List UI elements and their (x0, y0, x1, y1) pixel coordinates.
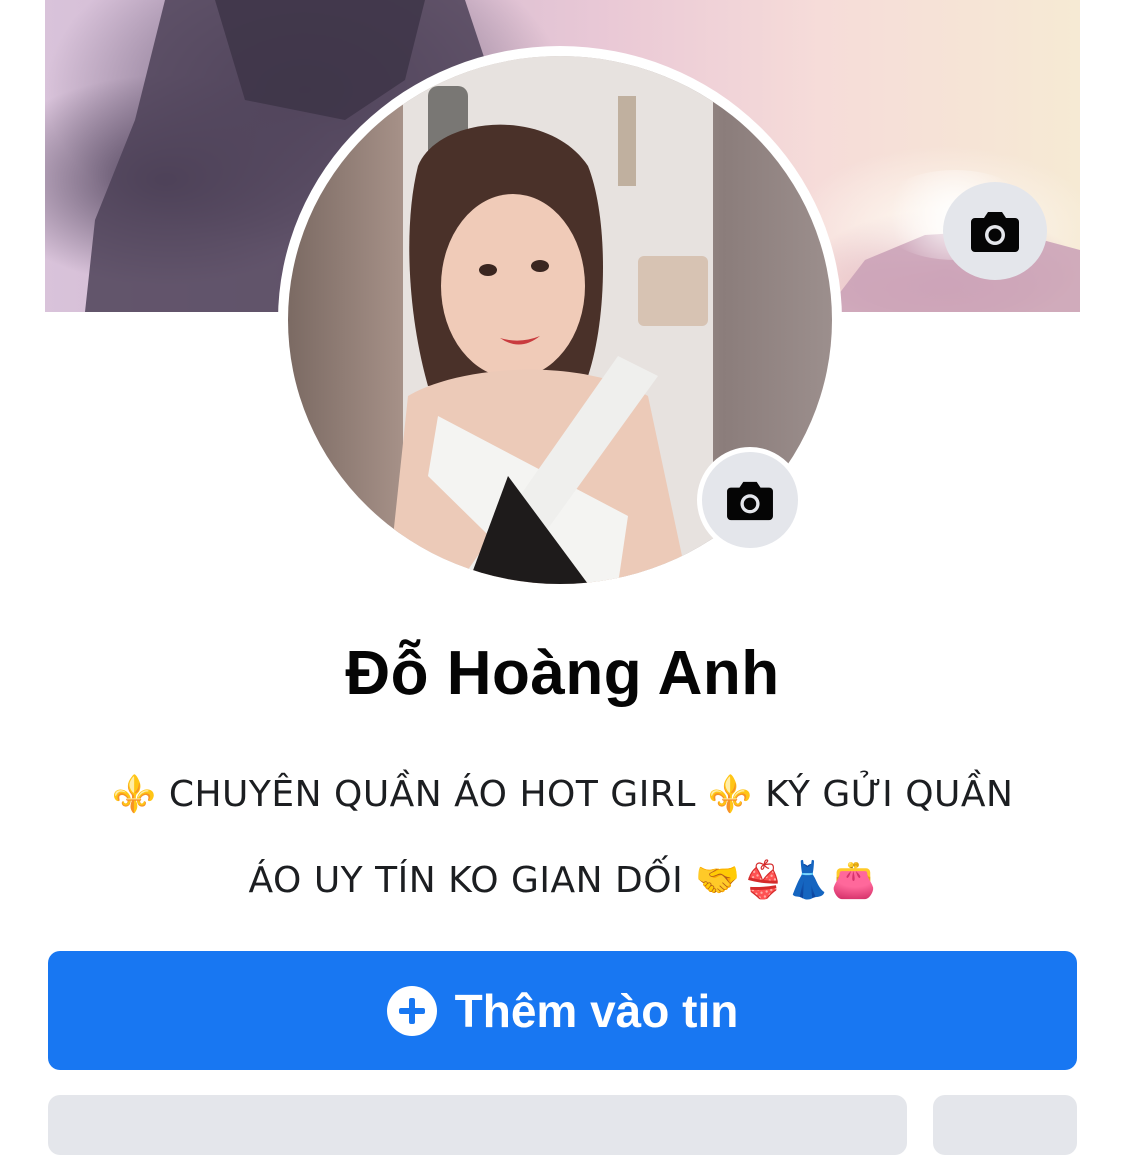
plus-circle-icon (386, 985, 437, 1036)
profile-name: Đỗ Hoàng Anh (345, 639, 780, 708)
bio-line-1: ⚜️ CHUYÊN QUẦN ÁO HOT GIRL ⚜️ KÝ GỬI QUẦ… (111, 774, 1014, 815)
edit-profile-button[interactable] (48, 1095, 907, 1155)
add-to-story-label: Thêm vào tin (454, 984, 739, 1037)
bio-line-2: ÁO UY TÍN KO GIAN DỐI 🤝👙👗👛 (248, 860, 877, 901)
profile-bio: ⚜️ CHUYÊN QUẦN ÁO HOT GIRL ⚜️ KÝ GỬI QUẦ… (40, 752, 1085, 924)
add-to-story-button[interactable]: Thêm vào tin (48, 951, 1077, 1070)
camera-icon (727, 481, 773, 521)
edit-cover-photo-button[interactable] (943, 182, 1047, 280)
more-options-button[interactable] (933, 1095, 1077, 1155)
edit-profile-picture-button[interactable] (697, 447, 803, 553)
camera-icon (971, 212, 1019, 252)
